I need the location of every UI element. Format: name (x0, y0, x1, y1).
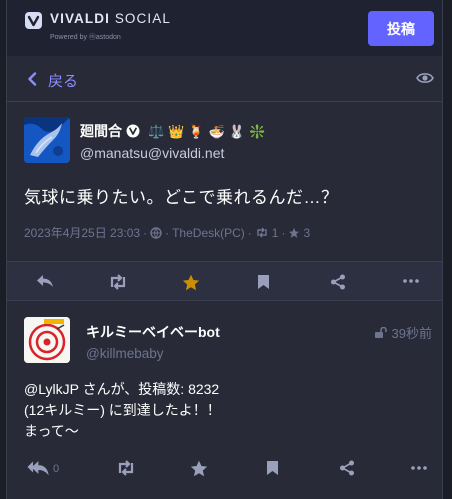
relative-time: 39秒前 (391, 326, 432, 341)
status-meta: 2023年4月25日 23:03 · · TheDesk(PC) · 1 · 3 (24, 224, 310, 241)
more-options-icon[interactable] (403, 279, 419, 283)
favourite-star-icon[interactable] (190, 460, 208, 477)
display-name[interactable]: キルミーベイベーbot (86, 322, 220, 342)
share-icon[interactable] (339, 460, 355, 476)
focused-status: 廻間合 ⚖️ 👑 🍹 🍜 🐰 ❇️ @manatsu@vivaldi.net 気… (7, 103, 442, 261)
reply-icon[interactable] (36, 274, 54, 288)
favourite-star-icon[interactable] (182, 274, 200, 291)
boost-icon[interactable] (108, 274, 128, 290)
rabbit-emoji-icon: 🐰 (228, 123, 245, 139)
status-content: @LylkJP さんが、投稿数: 8232 (12キルミー) に到達したよ！！ … (24, 379, 221, 442)
brand-name[interactable]: VIVALDI SOCIAL (50, 11, 171, 26)
content-line-2: (12キルミー) に到達したよ！！ (24, 402, 221, 418)
reply-all-icon[interactable] (27, 461, 49, 475)
meta-separator-2: · (165, 225, 170, 240)
display-name-row[interactable]: 廻間合 ⚖️ 👑 🍹 🍜 🐰 ❇️ (80, 121, 265, 141)
app-header: VIVALDI SOCIAL Powered by ⓜastodon 投稿 (7, 0, 442, 56)
status-content: 気球に乗りたい。どこで乗れるんだ…？ (24, 188, 339, 207)
display-name: 廻間合 (80, 123, 122, 139)
boost-count-icon (257, 227, 267, 238)
avatar[interactable] (24, 317, 70, 363)
account-handle[interactable]: @killmebaby (86, 346, 163, 361)
powered-by: Powered by ⓜastodon (50, 34, 121, 41)
meta-separator: · (143, 225, 148, 240)
content-line-1: @LylkJP さんが、投稿数: 8232 (24, 379, 221, 400)
brand-bold: VIVALDI (50, 11, 110, 26)
favourite-count-icon (289, 227, 300, 238)
share-icon[interactable] (330, 274, 346, 290)
more-options-icon[interactable] (411, 466, 427, 470)
reply-status: キルミーベイベーbot @killmebaby 39秒前 @LylkJP さんが… (7, 302, 442, 499)
scales-emoji-icon: ⚖️ (148, 123, 165, 139)
status-timestamp[interactable]: 2023年4月25日 23:03 (24, 224, 140, 241)
status-application[interactable]: TheDesk(PC) (172, 226, 245, 240)
mention-link[interactable]: @LylkJP (24, 381, 79, 397)
status-action-bar (7, 261, 442, 301)
status-time[interactable]: 39秒前 (374, 323, 432, 342)
content-line-3: まって〜 (24, 423, 79, 439)
chevron-left-icon[interactable] (27, 72, 37, 86)
avatar[interactable] (24, 117, 70, 163)
meta-separator-3: · (247, 225, 252, 240)
meta-separator-4: · (281, 225, 286, 240)
brand-light: SOCIAL (114, 11, 171, 26)
boost-icon[interactable] (116, 460, 136, 476)
content-line-1-text: さんが、投稿数: 8232 (78, 381, 220, 397)
unlock-icon (374, 327, 387, 338)
cocktail-emoji-icon: 🍹 (188, 123, 205, 139)
crown-emoji-icon: 👑 (168, 123, 185, 139)
boost-count[interactable]: 1 (272, 226, 279, 240)
status-action-bar: 0 (7, 457, 442, 481)
favourite-count[interactable]: 3 (303, 226, 310, 240)
verified-vivaldi-icon (126, 124, 140, 138)
app-frame: VIVALDI SOCIAL Powered by ⓜastodon 投稿 戻る… (6, 0, 443, 499)
column-header: 戻る (7, 56, 442, 102)
account-handle[interactable]: @manatsu@vivaldi.net (80, 145, 224, 161)
ramen-emoji-icon: 🍜 (208, 123, 225, 139)
eye-icon[interactable] (416, 72, 434, 84)
bookmark-icon[interactable] (266, 460, 279, 476)
reply-count: 0 (53, 463, 60, 475)
post-button[interactable]: 投稿 (368, 11, 434, 46)
sparkle-emoji-icon: ❇️ (248, 123, 266, 139)
vivaldi-logo-icon[interactable] (25, 12, 42, 29)
globe-icon (150, 226, 162, 239)
bookmark-icon[interactable] (257, 274, 270, 290)
back-button[interactable]: 戻る (48, 70, 78, 91)
